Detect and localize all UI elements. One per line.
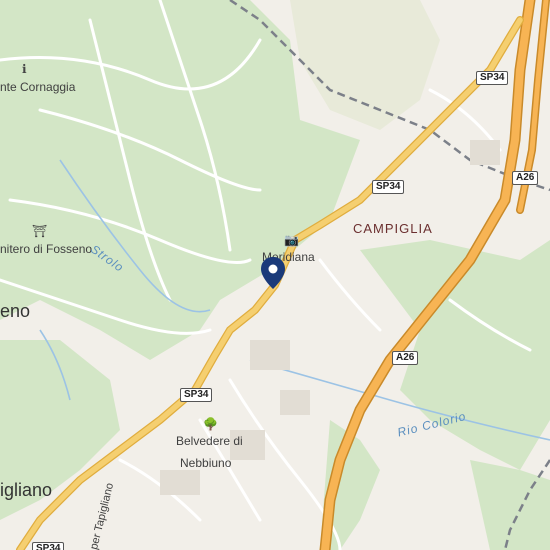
label-eno: eno [0,301,31,321]
road-shield-sp34: SP34 [180,388,213,402]
location-pin-icon[interactable] [260,256,286,295]
label-cornaggia: nte Cornaggia [0,80,76,94]
info-icon: ℹ [22,62,27,76]
label-belvedere-1: Belvedere di [176,434,243,448]
map[interactable]: ℹ nte Cornaggia ⛩ nitero di Fosseno Stro… [0,0,550,550]
label-igliano: igliano [0,480,53,500]
road-shield-a26: A26 [392,351,419,365]
road-shield-sp34: SP34 [372,180,405,194]
road-shield-sp34: SP34 [32,542,65,550]
tree-icon: 🌳 [203,417,218,431]
forest-area-southeast [470,460,550,550]
label-fosseno: nitero di Fosseno [0,242,93,256]
road-shield-sp34: SP34 [476,71,509,85]
label-belvedere-2: Nebbiuno [180,456,232,470]
road-shield-a26: A26 [512,171,539,185]
cemetery-icon: ⛩ [32,224,48,238]
label-campiglia: CAMPIGLIA [353,221,433,236]
camera-icon: 📷 [284,233,299,247]
clearing-north [290,0,440,130]
